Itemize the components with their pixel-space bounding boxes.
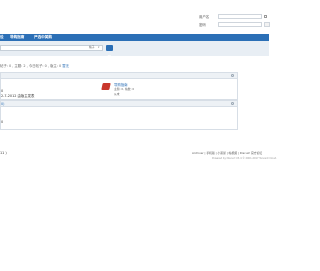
- forum-section-1-header: [1, 73, 237, 79]
- footer-link-archiver[interactable]: Archiver: [192, 151, 204, 155]
- username-input[interactable]: [218, 14, 262, 19]
- nav-item-guide[interactable]: 导购指南: [10, 35, 24, 40]
- forum-1-left-line2: 2-7-2012 由版主发表: [1, 94, 35, 98]
- main-nav: 设 导购指南 严选中美购: [0, 34, 269, 41]
- footer-link-official[interactable]: Discuz! 官方论坛: [240, 151, 262, 155]
- nav-item-select[interactable]: 严选中美购: [34, 35, 52, 40]
- nav-item-home[interactable]: 设: [0, 35, 4, 40]
- remember-checkbox[interactable]: [264, 15, 267, 18]
- chevron-down-icon: ▾: [98, 45, 100, 50]
- footer-link-blackroom[interactable]: 小黑屋: [218, 151, 226, 155]
- login-button[interactable]: [264, 22, 270, 27]
- stat-threads: 主题: 2: [14, 64, 26, 68]
- footer-left: 11 ): [0, 151, 7, 155]
- search-button[interactable]: [106, 44, 113, 59]
- stat-today: 今日帖子: 0: [28, 64, 47, 68]
- search-icon: [107, 54, 112, 59]
- collapse-icon[interactable]: [231, 74, 234, 78]
- password-input[interactable]: [218, 22, 262, 27]
- stat-posts: 帖子: 0: [0, 64, 12, 68]
- forum-section-1: 0 2-7-2012 由版主发表 导购指南 主题: 0, 帖数: 0 从未: [0, 72, 238, 100]
- forum-section-2-header: 0): [1, 101, 237, 107]
- forum-2-line: 0: [1, 120, 4, 124]
- password-label: 密码: [199, 23, 206, 27]
- forum-section-2-title[interactable]: 0): [1, 102, 4, 106]
- stat-mod: 版主: 0: [50, 64, 62, 68]
- forum-last-post: 从未: [114, 91, 120, 96]
- forum-stats-line: 主题: 0, 帖数: 0: [114, 87, 135, 91]
- forum-icon[interactable]: [101, 83, 111, 90]
- forum-stats: 帖子: 0 , 主题: 2 , 今日帖子: 0 , 版主: 0 暂无: [0, 64, 70, 68]
- footer-links: Archiver | 手机版 | 小黑屋 | 帖视频 | Discuz! 官方论…: [192, 151, 263, 155]
- search-scope-select[interactable]: 帖子: [89, 45, 95, 49]
- forum-section-2: 0) 0: [0, 100, 238, 130]
- footer-link-video[interactable]: 帖视频: [229, 151, 237, 155]
- search-input[interactable]: 帖子 ▾: [0, 44, 103, 51]
- collapse-icon[interactable]: [231, 102, 234, 106]
- footer-link-mobile[interactable]: 手机版: [206, 151, 214, 155]
- footer-powered: Powered by Discuz! X3.4 © 2001-2017 Tenc…: [212, 157, 277, 160]
- username-label: 用户名: [199, 15, 210, 19]
- stat-highlight[interactable]: 暂无: [62, 64, 69, 68]
- forum-1-left-line1: 0: [1, 89, 4, 93]
